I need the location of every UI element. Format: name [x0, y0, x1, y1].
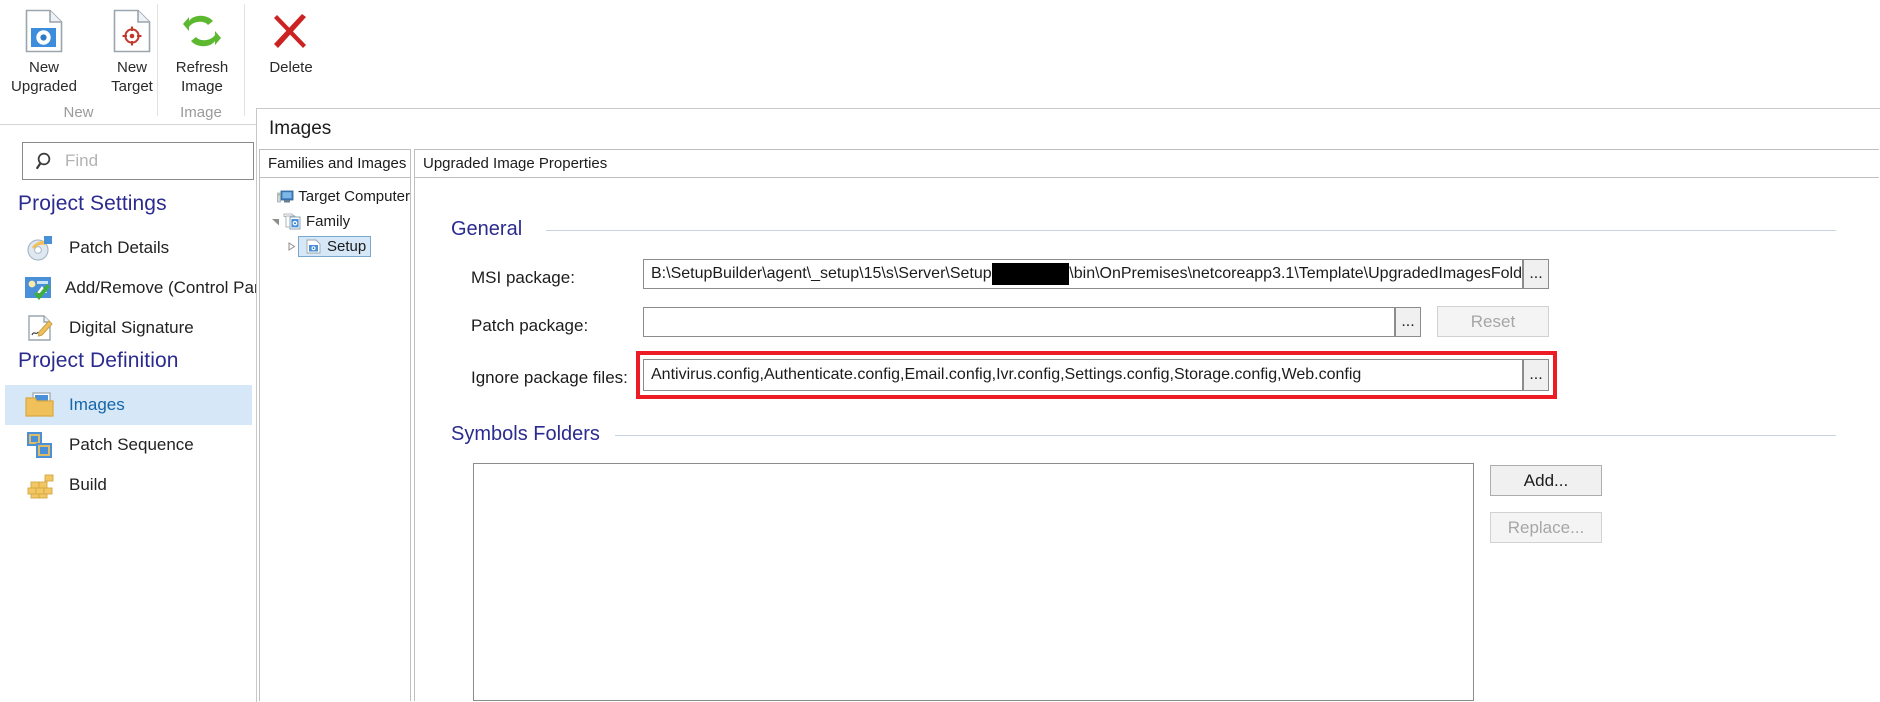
sidebar-label-images: Images — [69, 395, 125, 414]
dialog-title: Images — [269, 118, 332, 139]
sidebar-item-images[interactable]: Images — [5, 385, 252, 425]
ribbon-toolbar: New Upgraded New Target New Refresh Imag… — [0, 0, 1880, 125]
tree-label-family: Family — [306, 213, 351, 230]
sidebar-label-add-remove: Add/Remove (Control Pane — [65, 278, 273, 297]
label-patch-package: Patch package: — [471, 316, 589, 335]
computer-icon — [276, 189, 294, 205]
upgraded-image-properties-pane: Upgraded Image Properties General MSI pa… — [414, 149, 1879, 701]
tree-node-family[interactable]: Family — [260, 209, 410, 234]
ribbon-group-image-items: Refresh Image — [158, 0, 244, 102]
msi-package-redaction — [991, 263, 1070, 285]
label-msi-package: MSI package: — [471, 268, 575, 287]
sidebar-item-patch-details[interactable]: Patch Details — [5, 228, 252, 268]
image-doc-icon — [303, 239, 323, 254]
ribbon-group-new-items: New Upgraded New Target — [0, 0, 157, 102]
properties-body: General MSI package: B:\SetupBuilder\age… — [415, 178, 1879, 701]
document-target-icon — [113, 8, 151, 54]
refresh-image-button[interactable]: Refresh Image — [158, 4, 246, 96]
families-and-images-pane: Families and Images Target Computer Fami… — [259, 149, 411, 701]
msi-package-value-prefix: B:\SetupBuilder\agent\_setup\15\s\Server… — [651, 265, 992, 282]
ribbon-group-image-label: Image — [180, 104, 222, 121]
group-rule-symbols-folders — [615, 435, 1836, 436]
patch-sequence-icon — [23, 428, 57, 462]
families-tree: Target Computer Family Setup — [260, 178, 410, 259]
sidebar-label-build: Build — [69, 475, 107, 494]
tree-setup-selection: Setup — [298, 236, 372, 257]
new-upgraded-label: New Upgraded — [11, 59, 77, 95]
search-icon — [35, 151, 55, 171]
new-upgraded-button[interactable]: New Upgraded — [0, 4, 88, 96]
delete-label: Delete — [269, 59, 313, 76]
ribbon-group-new-label: New — [63, 104, 94, 121]
tree-node-setup[interactable]: Setup — [260, 234, 410, 259]
tree-label-setup: Setup — [327, 238, 367, 255]
patch-disc-icon — [23, 231, 57, 265]
ribbon-group-new: New Upgraded New Target New — [0, 0, 157, 124]
ignore-package-files-input[interactable]: Antivirus.config,Authenticate.config,Ema… — [643, 359, 1523, 391]
build-bricks-icon — [23, 468, 57, 502]
refresh-arrows-icon — [180, 8, 224, 54]
tab-families-and-images[interactable]: Families and Images — [260, 150, 410, 178]
patch-package-browse-button[interactable]: ... — [1395, 307, 1421, 337]
images-dialog: Images Families and Images Target Comput… — [256, 108, 1880, 702]
refresh-image-label: Refresh Image — [175, 59, 229, 95]
new-target-label: New Target — [111, 59, 153, 95]
sidebar-item-patch-sequence[interactable]: Patch Sequence — [5, 425, 252, 465]
navigation-sidebar: Find Project Settings Patch Details Add/… — [0, 125, 273, 702]
sidebar-item-digital-signature[interactable]: Digital Signature — [5, 308, 252, 348]
reset-button[interactable]: Reset — [1437, 306, 1549, 337]
chevron-right-icon[interactable] — [284, 242, 298, 251]
sidebar-item-add-remove[interactable]: Add/Remove (Control Pane — [5, 268, 273, 308]
label-ignore-package-files: Ignore package files: — [471, 368, 628, 387]
ribbon-group-image: Refresh Image Image — [158, 0, 244, 124]
signature-pen-icon — [23, 311, 57, 345]
group-rule-general — [546, 230, 1836, 231]
add-remove-icon — [23, 271, 53, 305]
ribbon-group-delete-items: Delete — [245, 0, 337, 102]
sidebar-item-build[interactable]: Build — [5, 465, 252, 505]
family-images-icon — [282, 213, 302, 230]
chevron-down-icon[interactable] — [268, 217, 282, 226]
group-title-symbols-folders: Symbols Folders — [451, 423, 600, 445]
ribbon-group-delete: Delete — [245, 0, 337, 124]
ignore-package-files-browse-button[interactable]: ... — [1523, 359, 1549, 391]
document-disc-icon — [25, 8, 63, 54]
ribbon-groups: New Upgraded New Target New Refresh Imag… — [0, 0, 337, 124]
msi-package-input[interactable]: B:\SetupBuilder\agent\_setup\15\s\Server… — [643, 259, 1523, 289]
tab-upgraded-image-properties[interactable]: Upgraded Image Properties — [415, 150, 1879, 178]
find-input[interactable]: Find — [22, 142, 254, 180]
patch-package-input[interactable] — [643, 307, 1395, 337]
tree-label-target-computer: Target Computer — [298, 188, 410, 205]
tree-node-target-computer[interactable]: Target Computer — [260, 184, 410, 209]
section-header-project-definition: Project Definition — [18, 349, 179, 372]
delete-button[interactable]: Delete — [245, 4, 337, 77]
symbols-folders-listbox[interactable] — [473, 463, 1474, 701]
msi-package-browse-button[interactable]: ... — [1523, 259, 1549, 289]
find-placeholder: Find — [65, 151, 99, 170]
msi-package-value-suffix: \bin\OnPremises\netcoreapp3.1\Template\U… — [1069, 265, 1522, 282]
images-folder-icon — [23, 388, 57, 422]
sidebar-label-patch-details: Patch Details — [69, 238, 170, 257]
add-symbols-folder-button[interactable]: Add... — [1490, 465, 1602, 496]
sidebar-label-patch-sequence: Patch Sequence — [69, 435, 194, 454]
section-header-project-settings: Project Settings — [18, 192, 167, 215]
red-x-icon — [270, 8, 312, 54]
replace-symbols-folder-button[interactable]: Replace... — [1490, 512, 1602, 543]
sidebar-label-digital-signature: Digital Signature — [69, 318, 194, 337]
group-title-general: General — [451, 218, 523, 240]
